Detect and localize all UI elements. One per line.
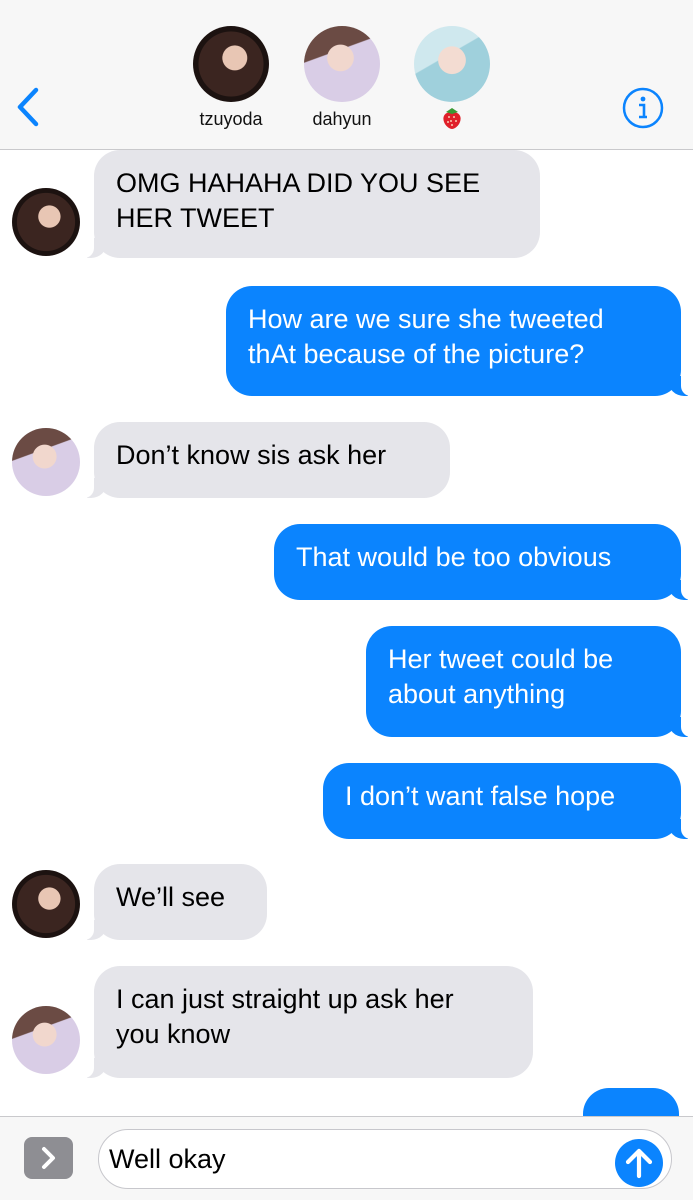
chevron-right-icon (42, 1147, 55, 1169)
dahyun-avatar (12, 1006, 80, 1074)
info-button[interactable] (621, 86, 665, 130)
arrow-up-icon (615, 1139, 663, 1187)
message-input[interactable]: Well okay (98, 1129, 672, 1189)
contact-name: tzuyoda (199, 109, 263, 129)
chevron-left-icon (17, 87, 39, 127)
message-input-value: Well okay (109, 1144, 226, 1174)
message-bubble-outgoing[interactable]: Her tweet could be about anything (366, 626, 693, 737)
message-bubble-incoming[interactable]: Don’t know sis ask her (80, 422, 450, 498)
send-button[interactable] (614, 1138, 664, 1188)
tzuyoda-avatar (12, 870, 80, 938)
contact-dahyun[interactable]: dahyun (297, 26, 387, 130)
message-bubble-incoming[interactable]: I can just straight up ask her you know (80, 966, 533, 1078)
message-bubble-outgoing-partial[interactable] (583, 1088, 679, 1118)
info-icon (622, 87, 664, 129)
dahyun-avatar (304, 26, 380, 102)
message-bubble-outgoing[interactable]: I don’t want false hope (323, 763, 693, 839)
compose-bar: Well okay (0, 1116, 693, 1200)
tzuyoda-avatar (12, 188, 80, 256)
tzuyoda-avatar (193, 26, 269, 102)
back-button[interactable] (12, 84, 44, 130)
contact-3[interactable] (407, 26, 497, 130)
apps-expand-button[interactable] (24, 1137, 73, 1179)
conversation-header: tzuyoda dahyun (0, 0, 693, 150)
message-bubble-incoming[interactable]: We’ll see (80, 864, 267, 940)
strawberry-icon (441, 106, 463, 130)
dahyun-avatar (12, 428, 80, 496)
contact-3-avatar (414, 26, 490, 102)
message-bubble-incoming[interactable]: OMG HAHAHA DID YOU SEE HER TWEET (80, 150, 540, 258)
message-list[interactable]: OMG HAHAHA DID YOU SEE HER TWEET How are… (0, 150, 693, 1118)
contact-tzuyoda[interactable]: tzuyoda (186, 26, 276, 130)
message-bubble-outgoing[interactable]: That would be too obvious (274, 524, 693, 600)
contact-name: dahyun (312, 109, 372, 129)
message-bubble-outgoing[interactable]: How are we sure she tweeted thAt because… (226, 286, 693, 396)
